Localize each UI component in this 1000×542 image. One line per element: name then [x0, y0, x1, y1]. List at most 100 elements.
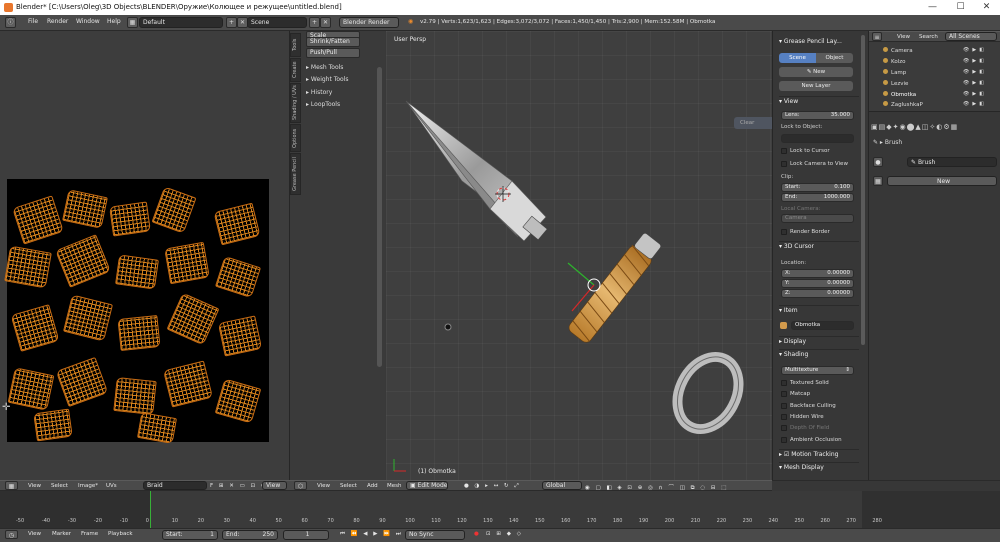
uv-menu-select[interactable]: Select	[51, 483, 68, 489]
view-panel-header[interactable]: ▾ View	[779, 96, 859, 106]
textured-solid-checkbox[interactable]: Textured Solid	[781, 379, 829, 387]
outliner-item-kolzo[interactable]: Kolzo 👁▶◧	[883, 58, 984, 65]
3d-cursor-header[interactable]: ▾ 3D Cursor	[779, 241, 859, 251]
texture-preview-icon[interactable]: ▦	[873, 176, 883, 186]
outliner-search-menu[interactable]: Search	[919, 34, 938, 40]
outliner-view-menu[interactable]: View	[897, 34, 910, 40]
outliner-item-camera[interactable]: Camera 👁▶◧	[883, 47, 984, 54]
remove-scene-icon[interactable]: ✕	[320, 17, 331, 28]
sync-mode-select[interactable]: No Sync	[405, 530, 465, 540]
keying-icons[interactable]: ⊡ ⊞ ◆ ◇	[486, 531, 523, 537]
current-frame-marker[interactable]	[150, 491, 151, 528]
scene-selector[interactable]: Scene	[247, 17, 307, 28]
outliner-item-lamp[interactable]: Lamp 👁▶◧	[883, 69, 984, 76]
image-datablock[interactable]: Braid	[143, 481, 207, 490]
shading-header[interactable]: ▾ Shading	[779, 349, 859, 359]
view3d-editor-type-icon[interactable]: ⬡	[294, 481, 307, 490]
tab-options[interactable]: Options	[290, 124, 301, 152]
uv-menu-view[interactable]: View	[28, 483, 41, 489]
close-button[interactable]: ✕	[973, 0, 1000, 15]
end-frame-field[interactable]: End: 250	[222, 530, 278, 540]
lock-object-field[interactable]	[781, 134, 854, 143]
view3d-menu-add[interactable]: Add	[367, 483, 378, 489]
uv-menu-image[interactable]: Image*	[78, 483, 98, 489]
layout-selector[interactable]: Default	[139, 17, 223, 28]
display-header[interactable]: ▸ Display	[779, 336, 859, 346]
shrink-fatten-button[interactable]: Shrink/Fatten	[306, 37, 360, 47]
minimize-button[interactable]: —	[919, 0, 946, 15]
outliner-editor-icon[interactable]: ≡	[872, 32, 882, 41]
timeline-menu-marker[interactable]: Marker	[52, 531, 71, 537]
tab-grease-pencil[interactable]: Grease Pencil	[290, 153, 301, 195]
ambient-occlusion-checkbox[interactable]: Ambient Occlusion	[781, 436, 842, 444]
history-panel[interactable]: ▸ History	[306, 88, 362, 98]
lock-camera-checkbox[interactable]: Lock Camera to View	[781, 160, 848, 168]
info-editor-type-icon[interactable]: ⓘ	[5, 17, 16, 28]
cursor-z-field[interactable]: Z: 0.00000	[781, 289, 854, 298]
mesh-tools-panel[interactable]: ▸ Mesh Tools	[306, 63, 362, 73]
tab-tools[interactable]: Tools	[290, 33, 301, 57]
render-border-checkbox[interactable]: Render Border	[781, 228, 830, 236]
brush-datablock-field[interactable]: ✎ Brush	[907, 157, 997, 167]
scene-toggle[interactable]: Scene	[779, 53, 816, 63]
new-layer-button[interactable]: New Layer	[779, 81, 853, 91]
tab-create[interactable]: Create	[290, 58, 301, 82]
backface-culling-checkbox[interactable]: Backface Culling	[781, 402, 836, 410]
outliner-item-lezvie[interactable]: Lezvie 👁▶◧	[883, 80, 984, 87]
view3d-menu-mesh[interactable]: Mesh	[387, 483, 401, 489]
local-camera-field[interactable]: Camera	[781, 214, 854, 223]
object-toggle[interactable]: Object	[816, 53, 853, 63]
start-frame-field[interactable]: Start: 1	[162, 530, 218, 540]
uv-menu-uvs[interactable]: UVs	[106, 483, 117, 489]
clip-end-field[interactable]: End: 1000.000	[781, 193, 854, 202]
uv-view-mode[interactable]: View	[262, 481, 287, 490]
mesh-display-header[interactable]: ▾ Mesh Display	[779, 462, 859, 472]
outliner-item-obmotka[interactable]: Obmotka 👁▶◧	[883, 91, 984, 98]
sidebar-scrollbar[interactable]	[861, 35, 865, 345]
view3d-menu-select[interactable]: Select	[340, 483, 357, 489]
uv-editor-type-icon[interactable]: ▦	[5, 481, 18, 490]
layout-icon[interactable]: ▦	[127, 17, 138, 28]
timeline-menu-view[interactable]: View	[28, 531, 41, 537]
push-pull-button[interactable]: Push/Pull	[306, 48, 360, 58]
grease-pencil-header[interactable]: ▾ Grease Pencil Lay...	[779, 37, 859, 47]
cursor-x-field[interactable]: X: 0.00000	[781, 269, 854, 278]
brush-preview-icon[interactable]: ●	[873, 157, 883, 167]
shading-pivot-icons[interactable]: ● ◑ ▸ ↔ ↻ ⤢	[464, 483, 521, 490]
shading-mode-select[interactable]: Multitexture ⇕	[781, 366, 854, 375]
3d-viewport[interactable]: User Persp Clear (1) Obmotka	[386, 31, 772, 480]
view3d-menu-view[interactable]: View	[317, 483, 330, 489]
properties-context-tabs[interactable]: ▣▤◆✦◉⬤▲◫✧◐⚙▦	[871, 123, 999, 133]
record-icon[interactable]: ●	[474, 531, 479, 537]
looptools-panel[interactable]: ▸ LoopTools	[306, 100, 362, 110]
item-header[interactable]: ▾ Item	[779, 305, 859, 315]
menu-file[interactable]: File	[28, 18, 38, 25]
render-engine-selector[interactable]: Blender Render	[339, 17, 399, 28]
tool-shelf-scrollbar[interactable]	[377, 67, 382, 367]
cursor-y-field[interactable]: Y: 0.00000	[781, 279, 854, 288]
timeline-menu-playback[interactable]: Playback	[108, 531, 133, 537]
add-layout-icon[interactable]: +	[226, 17, 237, 28]
hidden-wire-checkbox[interactable]: Hidden Wire	[781, 413, 824, 421]
item-name-field[interactable]: Obmotka	[791, 321, 854, 330]
transform-orientation-select[interactable]: Global	[542, 481, 582, 490]
playback-controls[interactable]: ⏮ ⏪ ◀ ▶ ⏩ ⏭	[340, 531, 403, 538]
new-grease-pencil-button[interactable]: ✎ New	[779, 67, 853, 77]
timeline-editor-type-icon[interactable]: ◷	[5, 530, 18, 539]
new-texture-button[interactable]: New	[887, 176, 997, 186]
menu-help[interactable]: Help	[107, 18, 121, 25]
menu-window[interactable]: Window	[76, 18, 100, 25]
timeline-menu-frame[interactable]: Frame	[81, 531, 98, 537]
current-frame-field[interactable]: 1	[283, 530, 329, 540]
maximize-button[interactable]: ☐	[947, 0, 974, 15]
matcap-checkbox[interactable]: Matcap	[781, 390, 810, 398]
depth-of-field-checkbox[interactable]: Depth Of Field	[781, 424, 829, 432]
uv-image-editor[interactable]: ✛	[0, 31, 289, 480]
lens-field[interactable]: Lens: 35.000	[781, 111, 854, 120]
tab-shading-uvs[interactable]: Shading / UVs	[290, 83, 301, 123]
mode-select[interactable]: ▣ Edit Mode	[406, 481, 448, 490]
motion-tracking-header[interactable]: ▸ ☑ Motion Tracking	[779, 449, 859, 459]
lock-to-cursor-checkbox[interactable]: Lock to Cursor	[781, 147, 830, 155]
menu-render[interactable]: Render	[47, 18, 68, 25]
clip-start-field[interactable]: Start: 0.100	[781, 183, 854, 192]
